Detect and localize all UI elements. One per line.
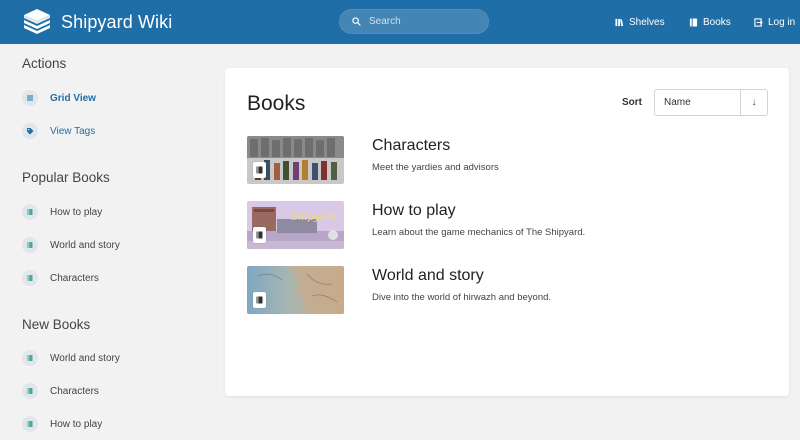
book-icon [27,388,33,394]
book-icon-wrap [22,204,38,220]
sort-direction-button[interactable]: ↓ [740,90,767,115]
book-description: Learn about the game mechanics of The Sh… [372,227,586,238]
popular-books-heading: Popular Books [22,170,110,185]
book-icon [256,231,263,239]
sort-control: Name ↓ [654,89,768,116]
book-badge-icon [253,162,266,178]
popular-book-characters[interactable]: Characters [22,269,99,287]
book-description: Dive into the world of hirwazh and beyon… [372,292,552,303]
brand-link[interactable]: Shipyard Wiki [22,8,172,36]
sort-select[interactable]: Name [655,97,740,108]
book-icon [256,166,263,174]
tag-icon-wrap [22,123,38,139]
nav-shelves-label: Shelves [629,16,665,28]
nav-shelves-link[interactable]: Shelves [615,14,665,30]
book-icon-wrap [22,237,38,253]
book-cover-how-to-play: Shipyard [247,201,344,249]
page-title: Books [247,92,306,115]
top-header: Shipyard Wiki Shelves Books Log in [0,0,800,44]
book-icon-wrap [22,270,38,286]
book-item-characters[interactable]: Characters Meet the yardies and advisors [247,136,767,186]
book-item-how-to-play[interactable]: Shipyard How to play Learn about the gam… [247,201,767,251]
new-book-world-and-story[interactable]: World and story [22,349,120,367]
grid-icon-wrap [22,90,38,106]
books-card: Books Sort Name ↓ Characters Meet the ya… [225,68,789,396]
nav-books-label: Books [703,16,731,28]
books-icon [689,17,698,27]
new-books-heading: New Books [22,317,91,332]
grid-view-action[interactable]: Grid View [22,89,96,107]
new-book-label: World and story [50,352,120,364]
grid-icon [27,95,33,101]
left-sidebar: Actions Grid View View Tags Popular Book… [0,44,210,440]
book-cover-world-and-story [247,266,344,314]
actions-heading: Actions [22,56,67,71]
book-icon [256,296,263,304]
new-book-label: Characters [50,385,99,397]
new-book-characters[interactable]: Characters [22,382,99,400]
login-icon [754,17,763,27]
new-book-label: How to play [50,418,103,430]
book-title[interactable]: Characters [372,137,450,155]
svg-text:Shipyard: Shipyard [291,212,337,223]
book-badge-icon [253,292,266,308]
book-badge-icon [253,227,266,243]
book-title[interactable]: How to play [372,202,456,220]
book-icon [27,209,33,215]
book-icon [27,275,33,281]
shelves-icon [615,18,624,26]
view-tags-action[interactable]: View Tags [22,122,95,140]
popular-book-world-and-story[interactable]: World and story [22,236,120,254]
new-book-how-to-play[interactable]: How to play [22,415,102,433]
book-icon [27,355,33,361]
search-icon [352,17,361,26]
tag-icon [27,128,34,135]
nav-login-link[interactable]: Log in [754,14,795,30]
popular-book-label: How to play [50,206,103,218]
book-icon [27,421,33,427]
sort-label: Sort [622,97,642,108]
nav-books-link[interactable]: Books [689,14,731,30]
popular-book-how-to-play[interactable]: How to play [22,203,102,221]
book-icon-wrap [22,383,38,399]
brand-name: Shipyard Wiki [61,11,173,32]
book-icon-wrap [22,350,38,366]
popular-book-label: World and story [50,239,120,251]
book-icon [27,242,33,248]
search-input[interactable] [369,16,479,27]
grid-view-label: Grid View [50,92,96,104]
book-cover-characters [247,136,344,184]
book-icon-wrap [22,416,38,432]
book-item-world-and-story[interactable]: World and story Dive into the world of h… [247,266,767,316]
view-tags-label: View Tags [50,125,96,137]
popular-book-label: Characters [50,272,99,284]
stacked-books-logo-icon [24,9,50,34]
search-bar[interactable] [339,9,489,34]
book-description: Meet the yardies and advisors [372,162,499,173]
nav-login-label: Log in [768,16,796,28]
book-title[interactable]: World and story [372,267,484,285]
